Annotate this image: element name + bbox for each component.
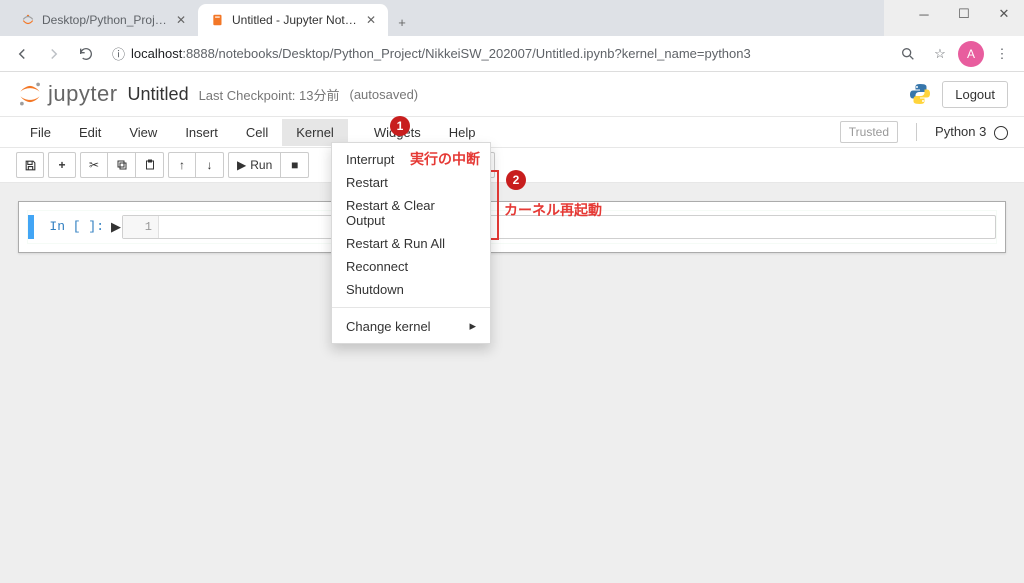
profile-avatar[interactable]: A [958,41,984,67]
menu-view[interactable]: View [115,119,171,146]
paste-button[interactable] [136,152,164,178]
run-cell-icon[interactable]: ▶ [110,215,122,239]
notebook-container: In [ ]: ▶ 1 [18,201,1006,253]
url-input[interactable]: ⓘ localhost:8888/notebooks/Desktop/Pytho… [104,40,890,67]
dd-interrupt[interactable]: Interrupt [332,148,490,171]
python-logo-icon [908,82,932,106]
logout-button[interactable]: Logout [942,81,1008,108]
jupyter-logo-text: jupyter [48,81,118,107]
kernel-name-text: Python 3 [935,124,986,139]
dd-restart-run[interactable]: Restart & Run All [332,232,490,255]
copy-button[interactable] [108,152,136,178]
menu-insert[interactable]: Insert [171,119,232,146]
menu-edit[interactable]: Edit [65,119,115,146]
annotation-bracket [491,170,499,240]
run-button[interactable]: ▶ Run [228,152,281,178]
separator [916,123,917,141]
menubar: File Edit View Insert Cell Kernel Widget… [0,116,1024,148]
run-label: Run [250,158,272,172]
browser-tab-strip: Desktop/Python_Project/NikkeiS ✕ Untitle… [0,0,884,36]
url-text: localhost:8888/notebooks/Desktop/Python_… [131,46,751,61]
dd-restart-clear[interactable]: Restart & Clear Output [332,194,490,232]
tab-title: Desktop/Python_Project/NikkeiS [42,13,170,27]
menu-cell[interactable]: Cell [232,119,282,146]
dropdown-divider [332,307,490,308]
info-icon: ⓘ [112,44,125,63]
forward-button[interactable] [40,40,68,68]
maximize-button[interactable]: ☐ [944,0,984,28]
jupyter-logo-icon [16,80,44,108]
interrupt-button[interactable]: ■ [281,152,309,178]
dd-change-kernel[interactable]: Change kernel ▸ [332,314,490,338]
code-cell[interactable]: In [ ]: ▶ 1 [27,210,997,244]
cell-prompt: In [ ]: [40,215,110,239]
kernel-indicator[interactable]: Python 3 [935,124,1008,140]
save-button[interactable] [16,152,44,178]
close-icon[interactable]: ✕ [366,13,376,27]
browser-tab-active[interactable]: Untitled - Jupyter Notebook ✕ [198,4,388,36]
checkpoint-text: Last Checkpoint: 13分前 [199,85,340,104]
close-icon[interactable]: ✕ [176,13,186,27]
chevron-right-icon: ▸ [469,318,476,334]
jupyter-favicon-icon [20,12,36,28]
zoom-icon[interactable] [894,40,922,68]
notebook-favicon-icon [210,12,226,28]
menu-icon[interactable]: ⋮ [988,40,1016,68]
trusted-badge[interactable]: Trusted [840,121,898,143]
new-tab-button[interactable]: + [388,8,416,36]
dd-change-kernel-label: Change kernel [346,319,431,334]
cell-input[interactable]: 1 [122,215,996,239]
tab-title: Untitled - Jupyter Notebook [232,13,360,27]
toolbar: + ✂ ↑ ↓ ▶ Run ■ ⌄ [0,148,1024,183]
cut-button[interactable]: ✂ [80,152,108,178]
close-window-button[interactable]: ✕ [984,0,1024,28]
reload-button[interactable] [72,40,100,68]
dd-reconnect[interactable]: Reconnect [332,255,490,278]
notebook-header: jupyter Untitled Last Checkpoint: 13分前 (… [0,72,1024,116]
kernel-dropdown-menu: Interrupt Restart Restart & Clear Output… [331,142,491,344]
line-number: 1 [123,216,159,238]
star-icon[interactable]: ☆ [926,40,954,68]
dd-restart[interactable]: Restart [332,171,490,194]
move-down-button[interactable]: ↓ [196,152,224,178]
back-button[interactable] [8,40,36,68]
code-editor[interactable] [159,216,995,238]
move-up-button[interactable]: ↑ [168,152,196,178]
address-bar: ⓘ localhost:8888/notebooks/Desktop/Pytho… [0,36,1024,72]
browser-tab[interactable]: Desktop/Python_Project/NikkeiS ✕ [8,4,198,36]
menu-file[interactable]: File [16,119,65,146]
jupyter-logo[interactable]: jupyter [16,80,118,108]
minimize-button[interactable]: ─ [904,0,944,28]
window-controls: ─ ☐ ✕ [904,0,1024,32]
notebook-area: In [ ]: ▶ 1 [0,183,1024,583]
autosave-text: (autosaved) [349,87,418,102]
dd-shutdown[interactable]: Shutdown [332,278,490,301]
add-cell-button[interactable]: + [48,152,76,178]
cell-select-bar [28,215,34,239]
kernel-status-icon [994,126,1008,140]
notebook-title[interactable]: Untitled [128,84,189,105]
jupyter-page: jupyter Untitled Last Checkpoint: 13分前 (… [0,72,1024,583]
